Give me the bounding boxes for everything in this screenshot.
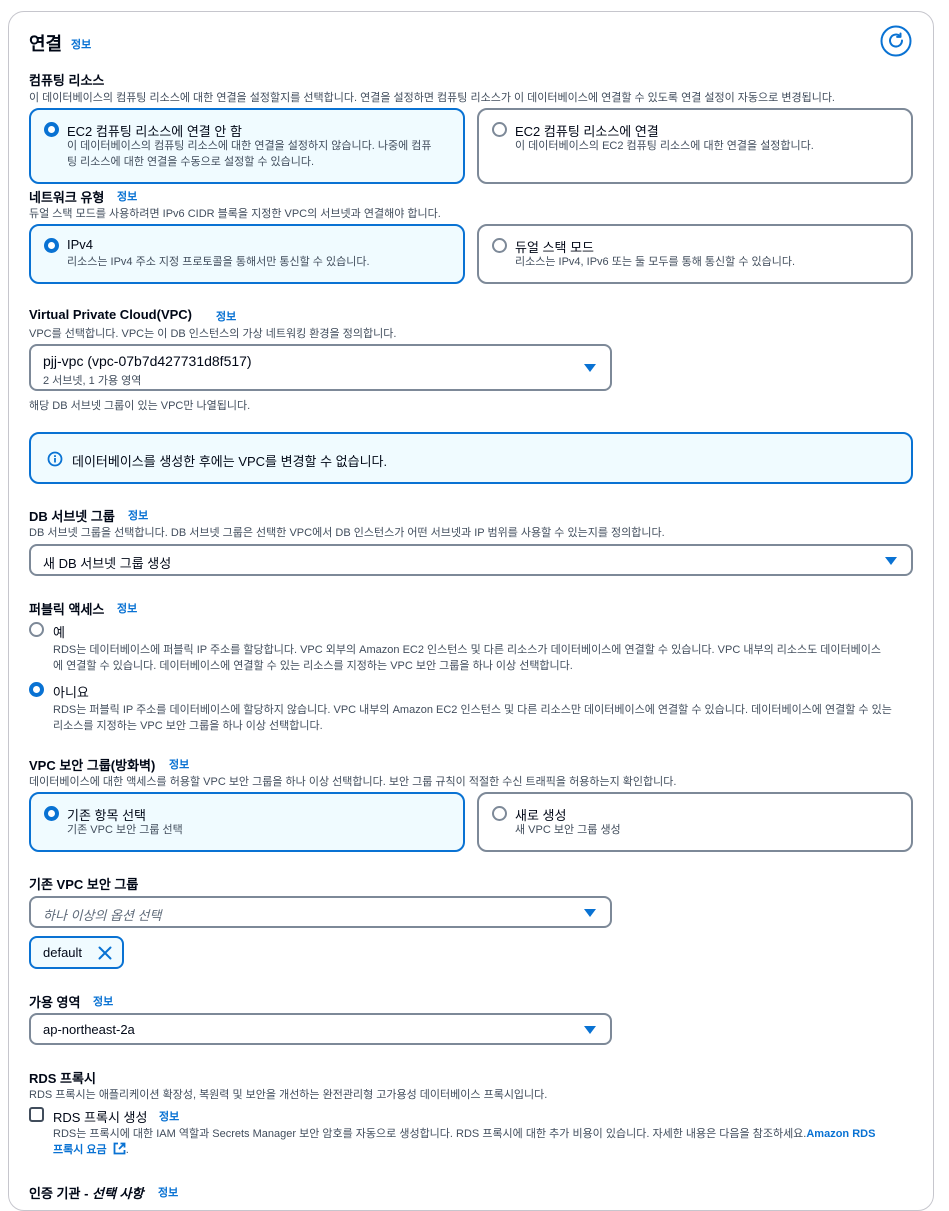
- public-no-desc2: 리소스를 지정하는 VPC 보안 그룹을 하나 이상 선택합니다.: [53, 720, 323, 732]
- option-desc: 새 VPC 보안 그룹 생성: [515, 824, 621, 836]
- subnet-select-value: 새 DB 서브넷 그룹 생성: [43, 556, 172, 571]
- ca-label-main: 인증 기관 -: [29, 1186, 93, 1201]
- network-option-dualstack[interactable]: 듀얼 스택 모드 리소스는 IPv4, IPv6 또는 둘 모두를 통해 통신할…: [477, 224, 913, 284]
- sg-info-link[interactable]: 정보: [169, 756, 189, 772]
- vpc-info-link[interactable]: 정보: [216, 308, 236, 324]
- proxy-cb-desc: RDS는 프록시에 대한 IAM 역할과 Secrets Manager 보안 …: [53, 1126, 913, 1158]
- sg-token-label: default: [43, 945, 83, 960]
- proxy-checkbox-label[interactable]: RDS 프록시 생성: [53, 1107, 147, 1126]
- compute-desc: 이 데이터베이스의 컴퓨팅 리소스에 대한 연결을 설정할지를 선택합니다. 연…: [29, 92, 835, 104]
- public-info-link[interactable]: 정보: [117, 600, 137, 616]
- radio-selected: [44, 806, 59, 821]
- vpc-hint: 해당 DB 서브넷 그룹이 있는 VPC만 나열됩니다.: [29, 400, 251, 412]
- existing-sg-label: 기존 VPC 보안 그룹: [29, 877, 139, 892]
- alert-text: 데이터베이스를 생성한 후에는 VPC를 변경할 수 없습니다.: [72, 454, 388, 469]
- ca-label-optional: 선택 사항: [92, 1186, 144, 1201]
- proxy-cb-desc-text: RDS는 프록시에 대한 IAM 역할과 Secrets Manager 보안 …: [53, 1128, 807, 1140]
- public-label: 퍼블릭 액세스: [29, 602, 105, 617]
- chevron-down-icon: [584, 364, 596, 372]
- subnet-select[interactable]: 새 DB 서브넷 그룹 생성: [29, 544, 913, 576]
- subnet-info-link[interactable]: 정보: [128, 507, 148, 523]
- radio-unselected: [492, 122, 507, 137]
- sg-label: VPC 보안 그룹(방화벽): [29, 758, 156, 773]
- option-desc: 리소스는 IPv4 주소 지정 프로토콜을 통해서만 통신할 수 있습니다.: [67, 256, 370, 268]
- radio-unselected: [492, 806, 507, 821]
- proxy-desc: RDS 프록시는 애플리케이션 확장성, 복원력 및 보안을 개선하는 완전관리…: [29, 1089, 548, 1101]
- option-desc: 이 데이터베이스의 EC2 컴퓨팅 리소스에 대한 연결을 설정합니다.: [515, 140, 814, 152]
- multiselect-placeholder: 하나 이상의 옵션 선택: [43, 908, 162, 923]
- option-desc: 기존 VPC 보안 그룹 선택: [67, 824, 183, 836]
- refresh-button[interactable]: [880, 25, 912, 57]
- vpc-select-value: pjj-vpc (vpc-07b7d427731d8f517): [43, 353, 252, 369]
- proxy-pricing-link-2[interactable]: 프록시 요금: [53, 1144, 107, 1156]
- existing-sg-multiselect[interactable]: 하나 이상의 옵션 선택: [29, 896, 612, 928]
- close-icon[interactable]: [98, 946, 112, 960]
- public-no-radio[interactable]: [29, 682, 44, 697]
- compute-option-connect[interactable]: EC2 컴퓨팅 리소스에 연결 이 데이터베이스의 EC2 컴퓨팅 리소스에 대…: [477, 108, 913, 184]
- public-yes-desc2: 에 연결할 수 있습니다. 데이터베이스에 연결할 수 있는 리소스를 지정하는…: [53, 660, 573, 672]
- period: .: [125, 1144, 129, 1156]
- az-select-value: ap-northeast-2a: [43, 1022, 135, 1037]
- option-desc-line1: 이 데이터베이스의 컴퓨팅 리소스에 대한 연결을 설정하지 않습니다. 나중에…: [67, 140, 432, 152]
- public-yes-label[interactable]: 예: [53, 622, 65, 641]
- az-label: 가용 영역: [29, 995, 81, 1010]
- network-option-ipv4[interactable]: IPv4 리소스는 IPv4 주소 지정 프로토콜을 통해서만 통신할 수 있습…: [29, 224, 465, 284]
- compute-option-no-connect[interactable]: EC2 컴퓨팅 리소스에 연결 안 함 이 데이터베이스의 컴퓨팅 리소스에 대…: [29, 108, 465, 184]
- vpc-desc: VPC를 선택합니다. VPC는 이 DB 인스턴스의 가상 네트워킹 환경을 …: [29, 328, 397, 340]
- chevron-down-icon: [885, 557, 897, 565]
- sg-desc: 데이터베이스에 대한 액세스를 허용할 VPC 보안 그룹을 하나 이상 선택합…: [29, 776, 677, 788]
- info-circle-icon: [47, 451, 63, 467]
- public-yes-desc1: RDS는 데이터베이스에 퍼블릭 IP 주소를 할당합니다. VPC 외부의 A…: [53, 644, 882, 656]
- vpc-select-sub: 2 서브넷, 1 가용 영역: [43, 375, 142, 387]
- option-desc-line2: 팅 리소스에 대한 연결을 수동으로 설정할 수 있습니다.: [67, 156, 315, 168]
- proxy-label: RDS 프록시: [29, 1071, 96, 1086]
- vpc-label: Virtual Private Cloud(VPC): [29, 307, 193, 322]
- subnet-desc: DB 서브넷 그룹을 선택합니다. DB 서브넷 그룹은 선택한 VPC에서 D…: [29, 527, 665, 539]
- public-no-desc1: RDS는 퍼블릭 IP 주소를 데이터베이스에 할당하지 않습니다. VPC 내…: [53, 704, 892, 716]
- network-info-link[interactable]: 정보: [117, 188, 137, 204]
- proxy-pricing-link[interactable]: Amazon RDS: [806, 1128, 875, 1140]
- option-desc: 리소스는 IPv4, IPv6 또는 둘 모두를 통해 통신할 수 있습니다.: [515, 256, 796, 268]
- section-title: 연결: [29, 34, 63, 54]
- option-title: IPv4: [67, 237, 94, 252]
- az-select[interactable]: ap-northeast-2a: [29, 1013, 612, 1045]
- public-no-label[interactable]: 아니요: [53, 682, 89, 701]
- chevron-down-icon: [584, 1026, 596, 1034]
- refresh-icon: [880, 25, 912, 57]
- proxy-info-link[interactable]: 정보: [159, 1108, 179, 1124]
- vpc-alert: 데이터베이스를 생성한 후에는 VPC를 변경할 수 없습니다.: [29, 432, 913, 484]
- public-yes-radio[interactable]: [29, 622, 44, 637]
- radio-selected: [44, 238, 59, 253]
- ca-label: 인증 기관 - 선택 사항: [29, 1183, 143, 1202]
- network-desc: 듀얼 스택 모드를 사용하려면 IPv6 CIDR 블록을 지정한 VPC의 서…: [29, 208, 441, 220]
- chevron-down-icon: [584, 909, 596, 917]
- subnet-label: DB 서브넷 그룹: [29, 509, 115, 524]
- section-info-link[interactable]: 정보: [71, 36, 91, 52]
- network-label: 네트워크 유형: [29, 190, 105, 205]
- radio-unselected: [492, 238, 507, 253]
- vpc-select[interactable]: pjj-vpc (vpc-07b7d427731d8f517) 2 서브넷, 1…: [29, 344, 612, 391]
- radio-selected: [44, 122, 59, 137]
- external-link-icon[interactable]: [113, 1142, 126, 1155]
- sg-token: default: [29, 936, 124, 969]
- sg-option-existing[interactable]: 기존 항목 선택 기존 VPC 보안 그룹 선택: [29, 792, 465, 852]
- az-info-link[interactable]: 정보: [93, 993, 113, 1009]
- sg-option-new[interactable]: 새로 생성 새 VPC 보안 그룹 생성: [477, 792, 913, 852]
- proxy-checkbox[interactable]: [29, 1107, 44, 1122]
- compute-label: 컴퓨팅 리소스: [29, 73, 105, 88]
